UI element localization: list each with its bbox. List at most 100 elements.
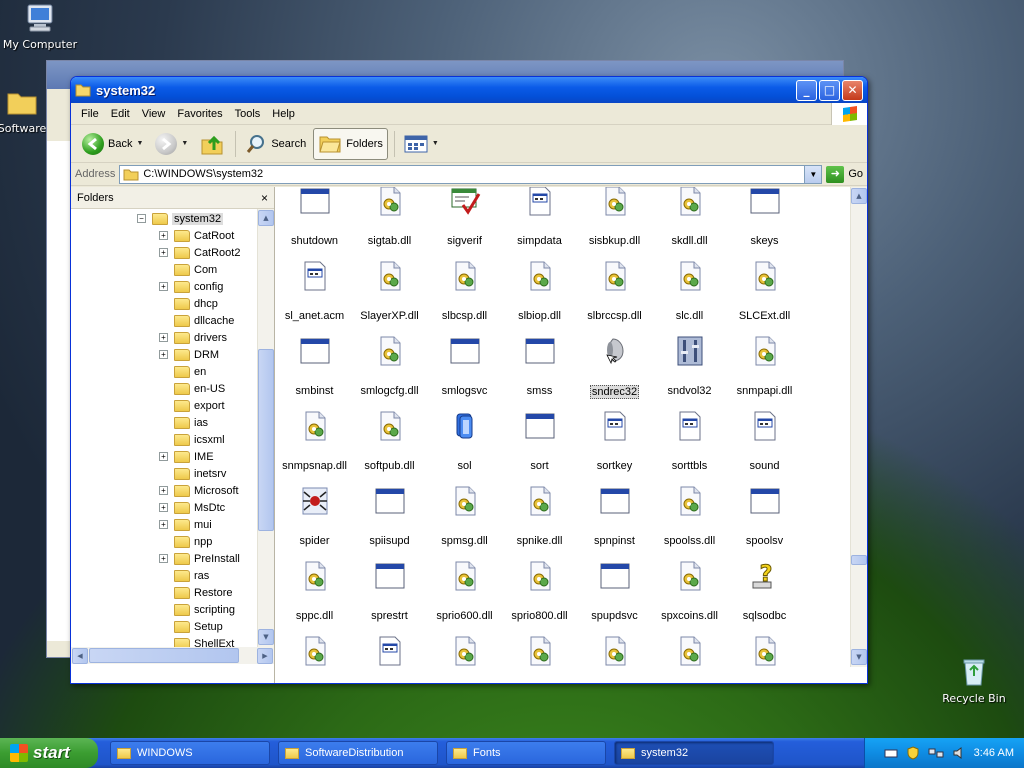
tree-item-icsxml[interactable]: icsxml: [159, 431, 225, 448]
file-item[interactable]: [277, 635, 352, 667]
tree-item-ras[interactable]: ras: [159, 567, 209, 584]
file-item[interactable]: [577, 635, 652, 667]
scroll-thumb[interactable]: [851, 555, 867, 565]
file-item[interactable]: sortkey: [577, 410, 652, 472]
tree-item-ime[interactable]: + IME: [159, 448, 214, 465]
file-item[interactable]: shutdown: [277, 187, 352, 247]
collapse-icon[interactable]: −: [137, 214, 146, 223]
file-item[interactable]: SlayerXP.dll: [352, 260, 427, 322]
file-item[interactable]: slbiop.dll: [502, 260, 577, 322]
tree-item-restore[interactable]: Restore: [159, 584, 233, 601]
forward-button[interactable]: ▼: [150, 128, 193, 160]
expand-icon[interactable]: +: [159, 282, 168, 291]
tree-item-shellext[interactable]: ShellExt: [159, 635, 234, 647]
file-item[interactable]: sol: [427, 410, 502, 472]
tree-item-setup[interactable]: Setup: [159, 618, 223, 635]
file-item[interactable]: softpub.dll: [352, 410, 427, 472]
tree-item-catroot2[interactable]: + CatRoot2: [159, 244, 240, 261]
file-item[interactable]: sisbkup.dll: [577, 187, 652, 247]
tree-item-mui[interactable]: + mui: [159, 516, 212, 533]
close-button[interactable]: ✕: [842, 79, 863, 101]
file-item[interactable]: [502, 635, 577, 667]
file-item[interactable]: ? sqlsodbc: [727, 560, 802, 623]
file-item[interactable]: spider: [277, 485, 352, 547]
expand-icon[interactable]: +: [159, 231, 168, 240]
minimize-button[interactable]: _: [796, 79, 817, 101]
expand-icon[interactable]: +: [159, 554, 168, 563]
scroll-left-button[interactable]: ◀: [72, 648, 88, 664]
file-item[interactable]: smss: [502, 335, 577, 397]
file-item[interactable]: slbrccsp.dll: [577, 260, 652, 322]
file-item[interactable]: skeys: [727, 187, 802, 247]
scroll-right-button[interactable]: ▶: [257, 648, 273, 664]
tree-item-dllcache[interactable]: dllcache: [159, 312, 234, 329]
search-button[interactable]: Search: [240, 128, 311, 160]
folders-pane-close-icon[interactable]: ×: [261, 191, 268, 205]
tree-item-dhcp[interactable]: dhcp: [159, 295, 218, 312]
file-item[interactable]: sound: [727, 410, 802, 472]
file-item[interactable]: sppc.dll: [277, 560, 352, 622]
menu-tools[interactable]: Tools: [229, 108, 267, 120]
file-item[interactable]: sndrec32: [577, 335, 652, 399]
network-icon[interactable]: [928, 746, 944, 760]
tree-item-config[interactable]: + config: [159, 278, 223, 295]
expand-icon[interactable]: +: [159, 248, 168, 257]
tree-item-ias[interactable]: ias: [159, 414, 208, 431]
tree-item-en[interactable]: en: [159, 363, 206, 380]
file-item[interactable]: sprio800.dll: [502, 560, 577, 622]
views-button[interactable]: ▼: [399, 128, 444, 160]
security-shield-icon[interactable]: [906, 746, 920, 760]
file-item[interactable]: simpdata: [502, 187, 577, 247]
taskbar-button-softwaredistribution[interactable]: SoftwareDistribution: [278, 741, 438, 765]
tree-item-microsoft[interactable]: + Microsoft: [159, 482, 239, 499]
expand-icon[interactable]: +: [159, 452, 168, 461]
file-item[interactable]: sprestrt: [352, 560, 427, 622]
file-item[interactable]: smbinst: [277, 335, 352, 397]
file-item[interactable]: smlogcfg.dll: [352, 335, 427, 397]
file-item[interactable]: sorttbls: [652, 410, 727, 472]
back-button[interactable]: Back ▼: [77, 128, 148, 160]
go-button[interactable]: ➜ Go: [826, 165, 863, 183]
folders-button[interactable]: Folders: [313, 127, 388, 160]
expand-icon[interactable]: +: [159, 486, 168, 495]
menu-favorites[interactable]: Favorites: [171, 108, 228, 120]
file-item[interactable]: spnpinst: [577, 485, 652, 547]
menu-edit[interactable]: Edit: [105, 108, 136, 120]
scroll-thumb[interactable]: [258, 349, 274, 531]
tree-item-msdtc[interactable]: + MsDtc: [159, 499, 225, 516]
menu-view[interactable]: View: [136, 108, 172, 120]
file-item[interactable]: sigtab.dll: [352, 187, 427, 247]
clock[interactable]: 3:46 AM: [974, 747, 1014, 759]
address-input[interactable]: C:\WINDOWS\system32 ▼: [119, 164, 823, 184]
file-item[interactable]: spoolss.dll: [652, 485, 727, 547]
file-item[interactable]: sndvol32: [652, 335, 727, 397]
start-button[interactable]: start: [0, 738, 98, 768]
taskbar-button-windows[interactable]: WINDOWS: [110, 741, 270, 765]
tree-item-inetsrv[interactable]: inetsrv: [159, 465, 226, 482]
file-item[interactable]: spnike.dll: [502, 485, 577, 547]
file-item[interactable]: [652, 635, 727, 667]
address-dropdown-icon[interactable]: ▼: [804, 165, 822, 183]
keyboard-icon[interactable]: [884, 746, 898, 760]
file-item[interactable]: slbcsp.dll: [427, 260, 502, 322]
scroll-up-button[interactable]: ▲: [258, 210, 274, 226]
volume-icon[interactable]: [952, 746, 966, 760]
tree-item-scripting[interactable]: scripting: [159, 601, 235, 618]
desktop-icon-my-computer[interactable]: My Computer: [0, 2, 80, 51]
scroll-thumb[interactable]: [89, 648, 239, 663]
menu-file[interactable]: File: [75, 108, 105, 120]
title-bar[interactable]: system32 _ □ ✕: [71, 77, 867, 103]
scroll-up-button[interactable]: ▲: [851, 188, 867, 204]
tree-item-system32[interactable]: − system32: [137, 210, 224, 227]
scroll-down-button[interactable]: ▼: [258, 629, 274, 645]
desktop-icon-recycle-bin[interactable]: Recycle Bin: [934, 656, 1014, 705]
tree-item-com[interactable]: Com: [159, 261, 217, 278]
file-item[interactable]: SLCExt.dll: [727, 260, 802, 322]
file-list-vertical-scrollbar[interactable]: ▲ ▼: [850, 187, 867, 667]
tree-item-preinstall[interactable]: + PreInstall: [159, 550, 240, 567]
taskbar-button-system32[interactable]: system32: [614, 741, 774, 765]
file-item[interactable]: sl_anet.acm: [277, 260, 352, 322]
tree-horizontal-scrollbar[interactable]: ◀ ▶: [71, 647, 274, 664]
file-item[interactable]: [352, 635, 427, 667]
file-item[interactable]: [427, 635, 502, 667]
